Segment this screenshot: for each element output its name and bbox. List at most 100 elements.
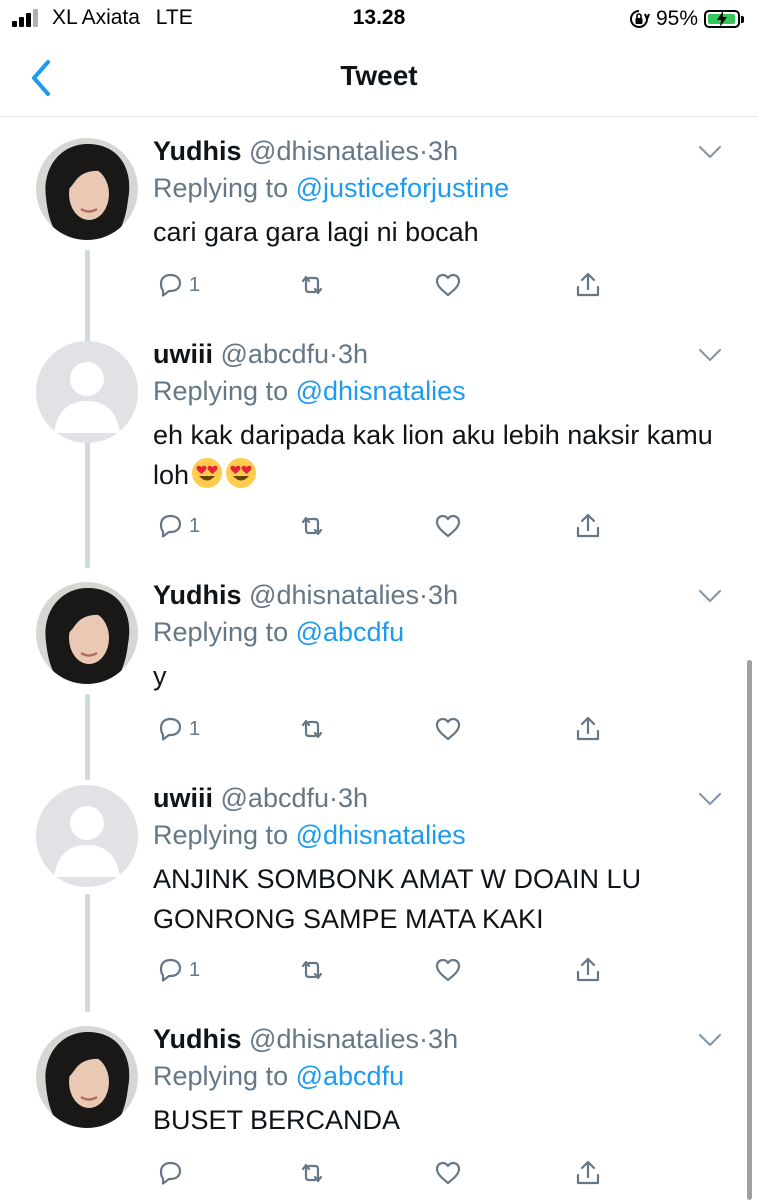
retweet-button[interactable]	[297, 953, 327, 987]
reply-button[interactable]: 1	[155, 953, 200, 987]
avatar[interactable]	[36, 1026, 138, 1128]
reply-count: 1	[189, 717, 201, 740]
separator: ·	[419, 580, 429, 610]
share-button[interactable]	[573, 268, 603, 302]
tweet-actions	[153, 1156, 613, 1190]
tweet-content: Yudhis @dhisnatalies·3h Replying to @abc…	[153, 578, 722, 696]
reply-mention-link[interactable]: @abcdfu	[296, 617, 404, 647]
chevron-down-icon[interactable]	[698, 144, 722, 160]
avatar[interactable]	[36, 785, 138, 887]
thread-line	[85, 450, 90, 568]
tweet[interactable]: Yudhis @dhisnatalies·3h Replying to @abc…	[0, 1022, 758, 1200]
timestamp: 3h	[338, 783, 369, 813]
reply-icon	[159, 958, 182, 982]
display-name[interactable]: Yudhis	[153, 136, 242, 166]
reply-mention-link[interactable]: @dhisnatalies	[296, 376, 466, 406]
reply-mention-link[interactable]: @dhisnatalies	[296, 820, 466, 850]
page-title: Tweet	[340, 60, 418, 91]
like-heart-button[interactable]	[433, 1156, 463, 1190]
share-button[interactable]	[573, 1156, 603, 1190]
scrollbar[interactable]	[747, 660, 752, 1200]
retweet-icon	[301, 719, 323, 739]
tweet-actions: 1	[153, 712, 613, 746]
separator: ·	[329, 783, 338, 813]
tweet[interactable]: uwiii @abcdfu·3h Replying to @dhisnatali…	[0, 781, 758, 1021]
retweet-button[interactable]	[297, 1156, 327, 1190]
chevron-down-icon[interactable]	[698, 791, 722, 807]
status-bar: XL Axiata LTE 13.28 95%	[0, 0, 758, 40]
replying-to: Replying to @dhisnatalies	[153, 373, 722, 409]
default-avatar-icon	[36, 341, 138, 443]
reply-button[interactable]: 1	[155, 712, 200, 746]
display-name[interactable]: Yudhis	[153, 1024, 242, 1054]
battery-icon	[704, 10, 740, 28]
tweet-text: y	[153, 661, 167, 691]
thread-line	[85, 694, 90, 780]
display-name[interactable]: Yudhis	[153, 580, 242, 610]
reply-icon	[159, 514, 182, 538]
heart-eyes-emoji	[226, 458, 257, 488]
share-icon	[576, 716, 600, 741]
replying-to: Replying to @justiceforjustine	[153, 170, 722, 206]
nav-bar: Tweet	[0, 40, 758, 117]
display-name[interactable]: uwiii	[153, 339, 213, 369]
reply-icon	[159, 1161, 182, 1185]
reply-button[interactable]: 1	[155, 268, 200, 302]
emoji-group	[189, 458, 257, 490]
tweet-content: uwiii @abcdfu·3h Replying to @dhisnatali…	[153, 337, 722, 495]
tweet[interactable]: Yudhis @dhisnatalies·3h Replying to @jus…	[0, 134, 758, 464]
username[interactable]: @abcdfu	[221, 339, 329, 369]
share-icon	[576, 957, 600, 982]
avatar[interactable]	[36, 138, 138, 240]
status-right: 95%	[628, 6, 744, 32]
display-name[interactable]: uwiii	[153, 783, 213, 813]
username[interactable]: @dhisnatalies	[249, 136, 419, 166]
reply-button[interactable]	[155, 1156, 185, 1190]
tweet-header: Yudhis @dhisnatalies·3h	[153, 134, 722, 168]
retweet-icon	[301, 1163, 323, 1183]
reply-mention-link[interactable]: @abcdfu	[296, 1061, 404, 1091]
reply-icon	[159, 273, 182, 297]
retweet-icon	[301, 275, 323, 295]
avatar[interactable]	[36, 582, 138, 684]
share-icon	[576, 513, 600, 538]
retweet-button[interactable]	[297, 509, 327, 543]
like-heart-button[interactable]	[433, 712, 463, 746]
like-heart-button[interactable]	[433, 953, 463, 987]
tweet-text: cari gara gara lagi ni bocah	[153, 217, 479, 247]
username[interactable]: @dhisnatalies	[249, 580, 419, 610]
thread-line	[85, 894, 90, 1012]
tweet-actions: 1	[153, 268, 613, 302]
tweet-text: BUSET BERCANDA	[153, 1105, 401, 1135]
share-button[interactable]	[573, 953, 603, 987]
like-heart-icon	[435, 958, 461, 982]
battery-cap	[741, 15, 744, 23]
retweet-button[interactable]	[297, 712, 327, 746]
share-button[interactable]	[573, 509, 603, 543]
reply-icon	[159, 717, 182, 741]
profile-photo-icon	[36, 138, 138, 240]
reply-button[interactable]: 1	[155, 509, 200, 543]
tweet-header: Yudhis @dhisnatalies·3h	[153, 578, 722, 612]
like-heart-icon	[435, 514, 461, 538]
username[interactable]: @dhisnatalies	[249, 1024, 419, 1054]
share-button[interactable]	[573, 712, 603, 746]
replying-label: Replying to	[153, 173, 289, 203]
retweet-button[interactable]	[297, 268, 327, 302]
chevron-down-icon[interactable]	[698, 347, 722, 363]
tweet[interactable]: uwiii @abcdfu·3h Replying to @dhisnatali…	[0, 337, 758, 577]
replying-to: Replying to @dhisnatalies	[153, 817, 722, 853]
tweet-content: Yudhis @dhisnatalies·3h Replying to @abc…	[153, 1022, 722, 1140]
reply-count: 1	[189, 273, 201, 296]
like-heart-button[interactable]	[433, 509, 463, 543]
default-avatar-icon	[36, 785, 138, 887]
tweet[interactable]: Yudhis @dhisnatalies·3h Replying to @abc…	[0, 578, 758, 780]
reply-mention-link[interactable]: @justiceforjustine	[296, 173, 510, 203]
tweet-text: ANJINK SOMBONK AMAT W DOAIN LU GONRONG S…	[153, 864, 642, 934]
chevron-down-icon[interactable]	[698, 1032, 722, 1048]
avatar[interactable]	[36, 341, 138, 443]
like-heart-icon	[435, 717, 461, 741]
like-heart-button[interactable]	[433, 268, 463, 302]
chevron-down-icon[interactable]	[698, 588, 722, 604]
username[interactable]: @abcdfu	[221, 783, 329, 813]
